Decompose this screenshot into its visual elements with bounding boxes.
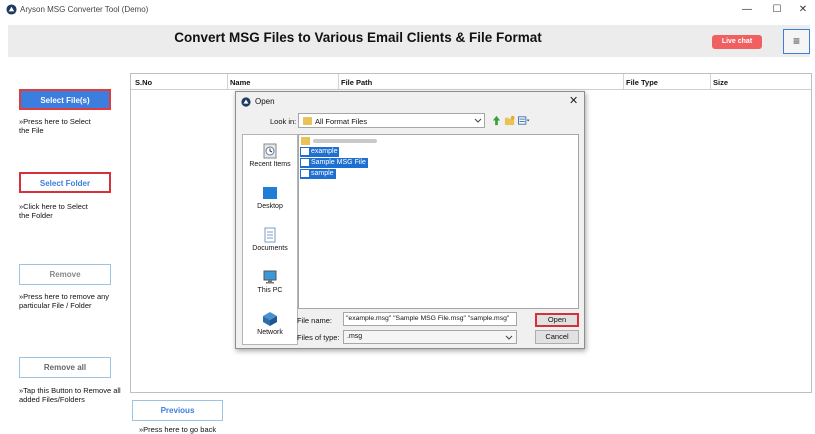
hint-line: »Tap this Button to Remove all	[19, 386, 121, 395]
network-icon	[263, 312, 277, 326]
open-file-dialog: Open ✕ Look in: All Format Files Recent …	[235, 91, 585, 349]
table-header: S.No Name File Path File Type Size	[131, 74, 811, 90]
column-header-file-path[interactable]: File Path	[341, 78, 372, 87]
remove-hint: »Press here to remove any particular Fil…	[19, 292, 109, 310]
place-label: Documents	[252, 245, 288, 252]
file-item-label: example	[311, 148, 338, 155]
file-item[interactable]: Sample MSG File	[300, 158, 368, 168]
chevron-down-icon	[474, 118, 482, 123]
look-in-label: Look in:	[270, 117, 297, 126]
hint-line: particular File / Folder	[19, 301, 92, 310]
column-header-size[interactable]: Size	[713, 78, 728, 87]
column-divider[interactable]	[710, 74, 711, 89]
hamburger-menu-button[interactable]: ≡	[783, 29, 810, 54]
previous-hint: »Press here to go back	[139, 425, 217, 434]
new-folder-icon[interactable]	[504, 115, 515, 126]
dialog-title: Open	[255, 97, 275, 106]
documents-icon	[264, 227, 276, 243]
place-recent-items[interactable]: Recent Items	[243, 143, 297, 168]
file-name-label: File name:	[297, 316, 333, 325]
up-folder-icon[interactable]	[491, 115, 502, 126]
file-type-label: Files of type:	[297, 333, 340, 342]
header-banner: Convert MSG Files to Various Email Clien…	[8, 25, 810, 57]
remove-all-hint: »Tap this Button to Remove all added Fil…	[19, 386, 121, 404]
folder-icon	[303, 117, 312, 125]
place-documents[interactable]: Documents	[243, 227, 297, 252]
place-desktop[interactable]: Desktop	[243, 185, 297, 210]
file-item[interactable]: sample	[300, 169, 336, 179]
blurred-folder-item[interactable]	[301, 136, 379, 146]
place-label: Recent Items	[249, 161, 291, 168]
hint-line: the File	[19, 126, 44, 135]
hint-line: added Files/Folders	[19, 395, 85, 404]
title-bar: Aryson MSG Converter Tool (Demo) — ☐ ✕	[0, 0, 815, 20]
file-type-value: .msg	[347, 333, 363, 340]
hint-line: »Press here to Select	[19, 117, 91, 126]
column-header-sno[interactable]: S.No	[135, 78, 152, 87]
close-button[interactable]: ✕	[791, 2, 815, 18]
place-label: Desktop	[257, 203, 283, 210]
dialog-close-button[interactable]: ✕	[569, 94, 578, 107]
place-this-pc[interactable]: This PC	[243, 269, 297, 294]
file-item[interactable]: example	[300, 147, 340, 157]
file-item-label: sample	[311, 170, 334, 177]
column-divider[interactable]	[338, 74, 339, 89]
menu-icon: ≡	[792, 34, 800, 48]
maximize-button[interactable]: ☐	[765, 2, 789, 18]
file-list[interactable]: example Sample MSG File sample	[298, 134, 579, 309]
cancel-button[interactable]: Cancel	[535, 330, 579, 344]
column-header-name[interactable]: Name	[230, 78, 250, 87]
column-header-file-type[interactable]: File Type	[626, 78, 658, 87]
select-files-hint: »Press here to Select the File	[19, 117, 91, 135]
select-folder-hint: »Click here to Select the Folder	[19, 202, 88, 220]
file-name-input[interactable]: "example.msg" "Sample MSG File.msg" "sam…	[343, 312, 517, 326]
mail-icon	[301, 159, 309, 166]
mail-icon	[301, 170, 309, 177]
live-chat-button[interactable]: Live chat	[712, 35, 762, 49]
computer-icon	[263, 270, 277, 284]
app-logo-icon	[6, 4, 17, 15]
hint-line: the Folder	[19, 211, 53, 220]
mail-icon	[301, 148, 309, 155]
recent-items-icon	[263, 143, 277, 159]
hint-line: »Press here to remove any	[19, 292, 110, 301]
place-network[interactable]: Network	[243, 311, 297, 336]
place-label: This PC	[257, 287, 283, 294]
chevron-down-icon	[505, 335, 513, 340]
open-button[interactable]: Open	[535, 313, 579, 327]
view-menu-icon[interactable]	[517, 115, 531, 126]
page-title: Convert MSG Files to Various Email Clien…	[174, 30, 542, 45]
desktop-icon	[263, 187, 277, 199]
remove-all-button[interactable]: Remove all	[19, 357, 111, 378]
dialog-app-icon	[241, 97, 251, 107]
file-item-label: Sample MSG File	[311, 159, 366, 166]
previous-button[interactable]: Previous	[132, 400, 223, 421]
column-divider[interactable]	[227, 74, 228, 89]
remove-button[interactable]: Remove	[19, 264, 111, 285]
column-divider[interactable]	[623, 74, 624, 89]
select-folder-button[interactable]: Select Folder	[19, 172, 111, 193]
hint-line: »Click here to Select	[19, 202, 88, 211]
look-in-dropdown[interactable]: All Format Files	[298, 113, 485, 128]
place-label: Network	[257, 329, 283, 336]
select-files-button[interactable]: Select File(s)	[19, 89, 111, 110]
look-in-value: All Format Files	[315, 117, 368, 126]
file-type-dropdown[interactable]: .msg	[343, 330, 517, 344]
minimize-button[interactable]: —	[735, 2, 759, 18]
places-sidebar: Recent Items Desktop Documents This PC N…	[242, 134, 298, 345]
window-title: Aryson MSG Converter Tool (Demo)	[20, 5, 149, 14]
